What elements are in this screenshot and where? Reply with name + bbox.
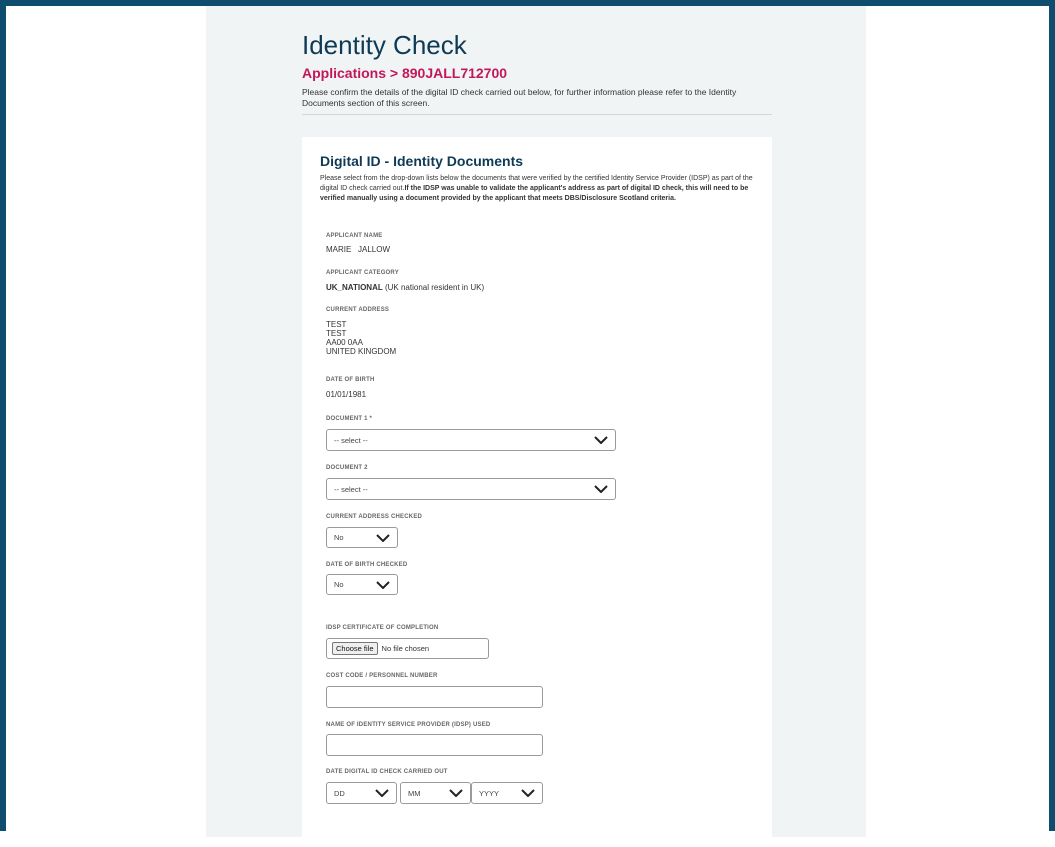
chevron-down-icon — [449, 789, 463, 797]
current-address: TEST TEST AA00 0AA UNITED KINGDOM — [326, 320, 396, 356]
applicant-name: MARIE JALLOW — [326, 245, 391, 254]
address-line: TEST — [326, 329, 347, 338]
check-year-value: YYYY — [479, 788, 500, 798]
document-1-label: DOCUMENT 1 * — [326, 416, 373, 422]
document-2-select[interactable]: -- select -- — [326, 478, 616, 500]
dob-checked-label: DATE OF BIRTH CHECKED — [326, 562, 408, 568]
applicant-category-desc: (UK national resident in UK) — [382, 283, 485, 292]
chevron-down-icon — [521, 789, 535, 797]
check-month-select[interactable]: MM — [400, 782, 471, 804]
breadcrumb[interactable]: Applications > 890JALL712700 — [302, 65, 768, 81]
check-day-select[interactable]: DD — [326, 782, 397, 804]
applicant-category-label: APPLICANT CATEGORY — [326, 270, 399, 276]
check-date-label: DATE DIGITAL ID CHECK CARRIED OUT — [326, 769, 448, 775]
identity-documents-card: Digital ID - Identity Documents Please s… — [302, 137, 772, 847]
address-line: AA00 0AA — [326, 338, 363, 347]
document-1-select[interactable]: -- select -- — [326, 429, 616, 451]
chevron-down-icon — [594, 485, 608, 493]
section-title: Digital ID - Identity Documents — [320, 153, 524, 169]
address-checked-select[interactable]: No — [326, 527, 398, 548]
file-status: No file chosen — [381, 644, 430, 653]
address-checked-label: CURRENT ADDRESS CHECKED — [326, 514, 423, 520]
date-of-birth: 01/01/1981 — [326, 390, 367, 399]
chevron-down-icon — [375, 789, 389, 797]
address-checked-value: No — [334, 533, 344, 542]
check-year-select[interactable]: YYYY — [471, 782, 543, 804]
date-of-birth-label: DATE OF BIRTH — [326, 377, 375, 383]
document-2-label: DOCUMENT 2 — [326, 465, 368, 471]
chevron-down-icon — [594, 436, 608, 444]
certificate-file-input[interactable]: Choose file No file chosen — [326, 638, 489, 659]
cost-code-label: COST CODE / PERSONNEL NUMBER — [326, 673, 438, 679]
check-day-value: DD — [334, 788, 345, 798]
idsp-name-input[interactable] — [326, 734, 543, 756]
section-description: Please select from the drop-down lists b… — [320, 174, 766, 204]
document-2-value: -- select -- — [334, 484, 368, 494]
check-month-value: MM — [408, 788, 421, 798]
cost-code-input[interactable] — [326, 686, 543, 708]
document-1-value: -- select -- — [334, 435, 368, 445]
intro-text: Please confirm the details of the digita… — [302, 87, 737, 108]
address-line: TEST — [326, 320, 347, 329]
address-line: UNITED KINGDOM — [326, 347, 397, 356]
chevron-down-icon — [376, 533, 390, 542]
page-header: Identity Check Applications > 890JALL712… — [302, 30, 768, 109]
dob-checked-select[interactable]: No — [326, 574, 398, 595]
applicant-name-label: APPLICANT NAME — [326, 233, 383, 239]
chevron-down-icon — [376, 580, 390, 589]
idsp-name-label: NAME OF IDENTITY SERVICE PROVIDER (IDSP)… — [326, 722, 491, 728]
dob-checked-value: No — [334, 580, 344, 589]
applicant-category-code: UK_NATIONAL — [326, 283, 383, 292]
choose-file-button[interactable]: Choose file — [332, 642, 378, 655]
current-address-label: CURRENT ADDRESS — [326, 307, 390, 313]
certificate-label: IDSP CERTIFICATE OF COMPLETION — [326, 625, 439, 631]
applicant-category: UK_NATIONAL (UK national resident in UK) — [326, 283, 484, 292]
header-divider — [302, 114, 772, 115]
page-title: Identity Check — [302, 30, 467, 60]
